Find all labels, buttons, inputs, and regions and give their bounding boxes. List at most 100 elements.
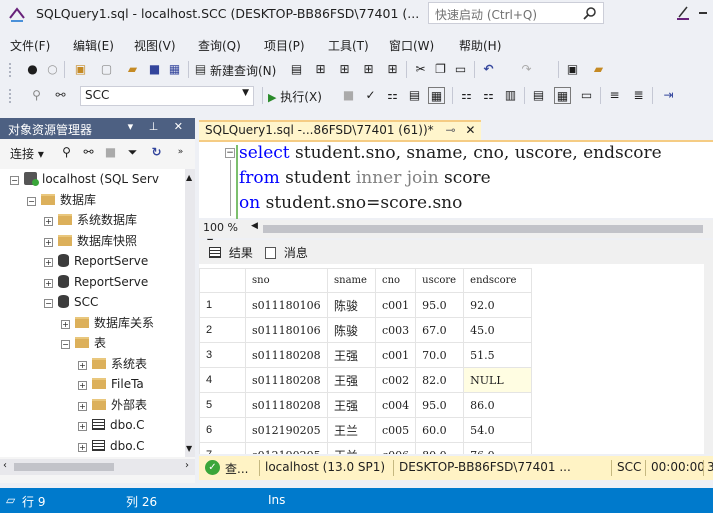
table-cell[interactable]: 95.0 (415, 292, 465, 318)
solution-explorer-icon[interactable]: ▣ (564, 61, 581, 78)
table-cell[interactable]: 95.0 (415, 392, 465, 418)
table-cell[interactable]: s011180106 (245, 317, 328, 343)
tab-results[interactable]: 结果 (209, 244, 253, 261)
comment-icon[interactable]: ≡ (606, 87, 623, 104)
search-icon[interactable] (583, 6, 597, 20)
mdx-query-icon[interactable]: ⊞ (312, 61, 329, 78)
new-file-icon[interactable]: ▢ (98, 61, 115, 78)
expand-icon[interactable]: + (78, 422, 87, 431)
table-row[interactable]: 6 s012190205 王兰 c005 60.0 54.0 (199, 417, 533, 443)
tree-node[interactable]: − 数据库 (27, 190, 96, 211)
table-cell[interactable]: c003 (374, 317, 417, 343)
collapse-icon[interactable]: − (27, 196, 36, 206)
table-cell[interactable]: NULL (463, 367, 533, 393)
execute-button[interactable]: ▶ 执行(X) (268, 88, 322, 105)
find-in-files-icon[interactable]: ▰ (590, 61, 607, 78)
tree-node[interactable]: − 表 (61, 333, 106, 354)
menu-edit[interactable]: 编辑(E) (73, 37, 114, 54)
tree-node[interactable]: + dbo.C (78, 436, 145, 457)
collapse-icon[interactable]: − (10, 176, 19, 185)
table-cell[interactable]: c001 (374, 292, 417, 318)
uncomment-icon[interactable]: ≣ (630, 87, 647, 104)
tree-node[interactable]: + 系统数据库 (44, 210, 137, 231)
connect-object-icon[interactable]: ⚲ (58, 144, 75, 161)
table-cell[interactable]: 陈骏 (327, 292, 376, 318)
overflow-icon[interactable]: » (172, 144, 189, 161)
table-row[interactable]: 5 s011180208 王强 c004 95.0 86.0 (199, 392, 533, 418)
redo-icon[interactable]: ↷ (518, 61, 535, 78)
table-cell[interactable]: s011180106 (245, 292, 328, 318)
table-cell[interactable]: c006 (374, 442, 417, 454)
collapse-icon[interactable]: − (44, 299, 53, 308)
copy-icon[interactable]: ❐ (432, 61, 449, 78)
panel-window-controls[interactable]: ▾ ⊥ ✕ (128, 120, 189, 133)
menu-project[interactable]: 项目(P) (264, 37, 305, 54)
menu-query[interactable]: 查询(Q) (198, 37, 241, 54)
row-number[interactable]: 3 (199, 342, 246, 368)
row-number[interactable]: 6 (199, 417, 246, 443)
tab-sqlquery1[interactable]: SQLQuery1.sql -...86FSD\77401 (61))* ⊸ ✕ (199, 120, 481, 140)
client-stats-icon[interactable]: ▥ (502, 87, 519, 104)
tree-node[interactable]: + ReportServe (44, 272, 148, 293)
close-icon[interactable]: ✕ (465, 123, 475, 137)
column-header[interactable]: endscore (463, 268, 533, 293)
minimize-button[interactable] (693, 4, 713, 22)
tree-node[interactable]: − SCC (44, 292, 98, 313)
expand-icon[interactable]: + (44, 278, 53, 288)
sql-editor[interactable]: − select student.sno, sname, cno, uscore… (199, 140, 713, 219)
table-cell[interactable]: c005 (374, 417, 417, 443)
tree-node[interactable]: − localhost (SQL Serv (10, 169, 159, 190)
connect-icon[interactable]: ⚲ (28, 87, 45, 104)
results-to-grid-icon[interactable]: ▦ (554, 87, 571, 104)
menu-file[interactable]: 文件(F) (10, 37, 50, 54)
table-cell[interactable]: s011180208 (245, 367, 328, 393)
row-number[interactable]: 5 (199, 392, 246, 418)
results-to-text-icon[interactable]: ▤ (530, 87, 547, 104)
dmx-query-icon[interactable]: ⊞ (336, 61, 353, 78)
pin-icon[interactable]: ⊸ (445, 123, 455, 137)
table-cell[interactable]: s011180208 (245, 342, 328, 368)
stop-icon[interactable]: ■ (340, 87, 357, 104)
tree-node[interactable]: + 外部表 (78, 395, 147, 416)
table-row[interactable]: 1 s011180106 陈骏 c001 95.0 92.0 (199, 292, 533, 318)
table-cell[interactable]: 80.0 (415, 442, 465, 454)
intellisense-icon[interactable]: ▦ (428, 87, 445, 104)
zoom-select[interactable]: 100 % ▼ (201, 221, 247, 246)
disconnect-icon[interactable]: ⚯ (80, 144, 97, 161)
tree-node[interactable]: + FileTa (78, 374, 144, 395)
table-cell[interactable]: 51.5 (463, 342, 533, 368)
save-all-icon[interactable]: ▦ (166, 61, 183, 78)
indent-icon[interactable]: ⇥ (660, 87, 677, 104)
table-cell[interactable]: s012190205 (245, 417, 328, 443)
menu-help[interactable]: 帮助(H) (459, 37, 501, 54)
table-cell[interactable]: c004 (374, 392, 417, 418)
table-row[interactable]: 4 s011180208 王强 c002 82.0 NULL (199, 367, 533, 393)
new-project-icon[interactable]: ▣ (72, 61, 89, 78)
menu-window[interactable]: 窗口(W) (389, 37, 434, 54)
column-header[interactable]: cno (374, 268, 417, 293)
tree-horizontal-scrollbar[interactable]: ‹ › (0, 459, 195, 475)
filter-icon[interactable]: ⏷ (124, 144, 141, 161)
expand-icon[interactable]: + (78, 360, 87, 370)
feedback-icon[interactable] (676, 4, 690, 20)
corner-cell[interactable] (199, 268, 246, 293)
parse-icon[interactable]: ✓ (362, 87, 379, 104)
row-number[interactable]: 7 (199, 442, 246, 454)
quick-launch-input[interactable]: 快速启动 (Ctrl+Q) (428, 2, 604, 24)
column-header[interactable]: uscore (415, 268, 465, 293)
menu-tools[interactable]: 工具(T) (328, 37, 369, 54)
toolbar-grip[interactable] (8, 88, 12, 104)
available-databases-select[interactable]: SCC ▼ (80, 86, 254, 106)
tree-vertical-scrollbar[interactable]: ▲ ▼ (185, 169, 195, 457)
expand-icon[interactable]: + (44, 237, 53, 247)
connect-dropdown[interactable]: 连接 ▾ (10, 145, 44, 162)
expand-icon[interactable]: + (61, 319, 70, 329)
table-row[interactable]: 3 s011180208 王强 c001 70.0 51.5 (199, 342, 533, 368)
table-cell[interactable]: 45.0 (463, 317, 533, 343)
expand-icon[interactable]: + (78, 401, 87, 411)
new-query-icon[interactable]: ▤ (192, 61, 209, 78)
chevron-down-icon[interactable]: ▼ (186, 444, 192, 453)
live-stats-icon[interactable]: ⚏ (480, 87, 497, 104)
expand-icon[interactable]: + (44, 217, 53, 226)
chevron-left-icon[interactable]: ‹ (3, 460, 7, 471)
